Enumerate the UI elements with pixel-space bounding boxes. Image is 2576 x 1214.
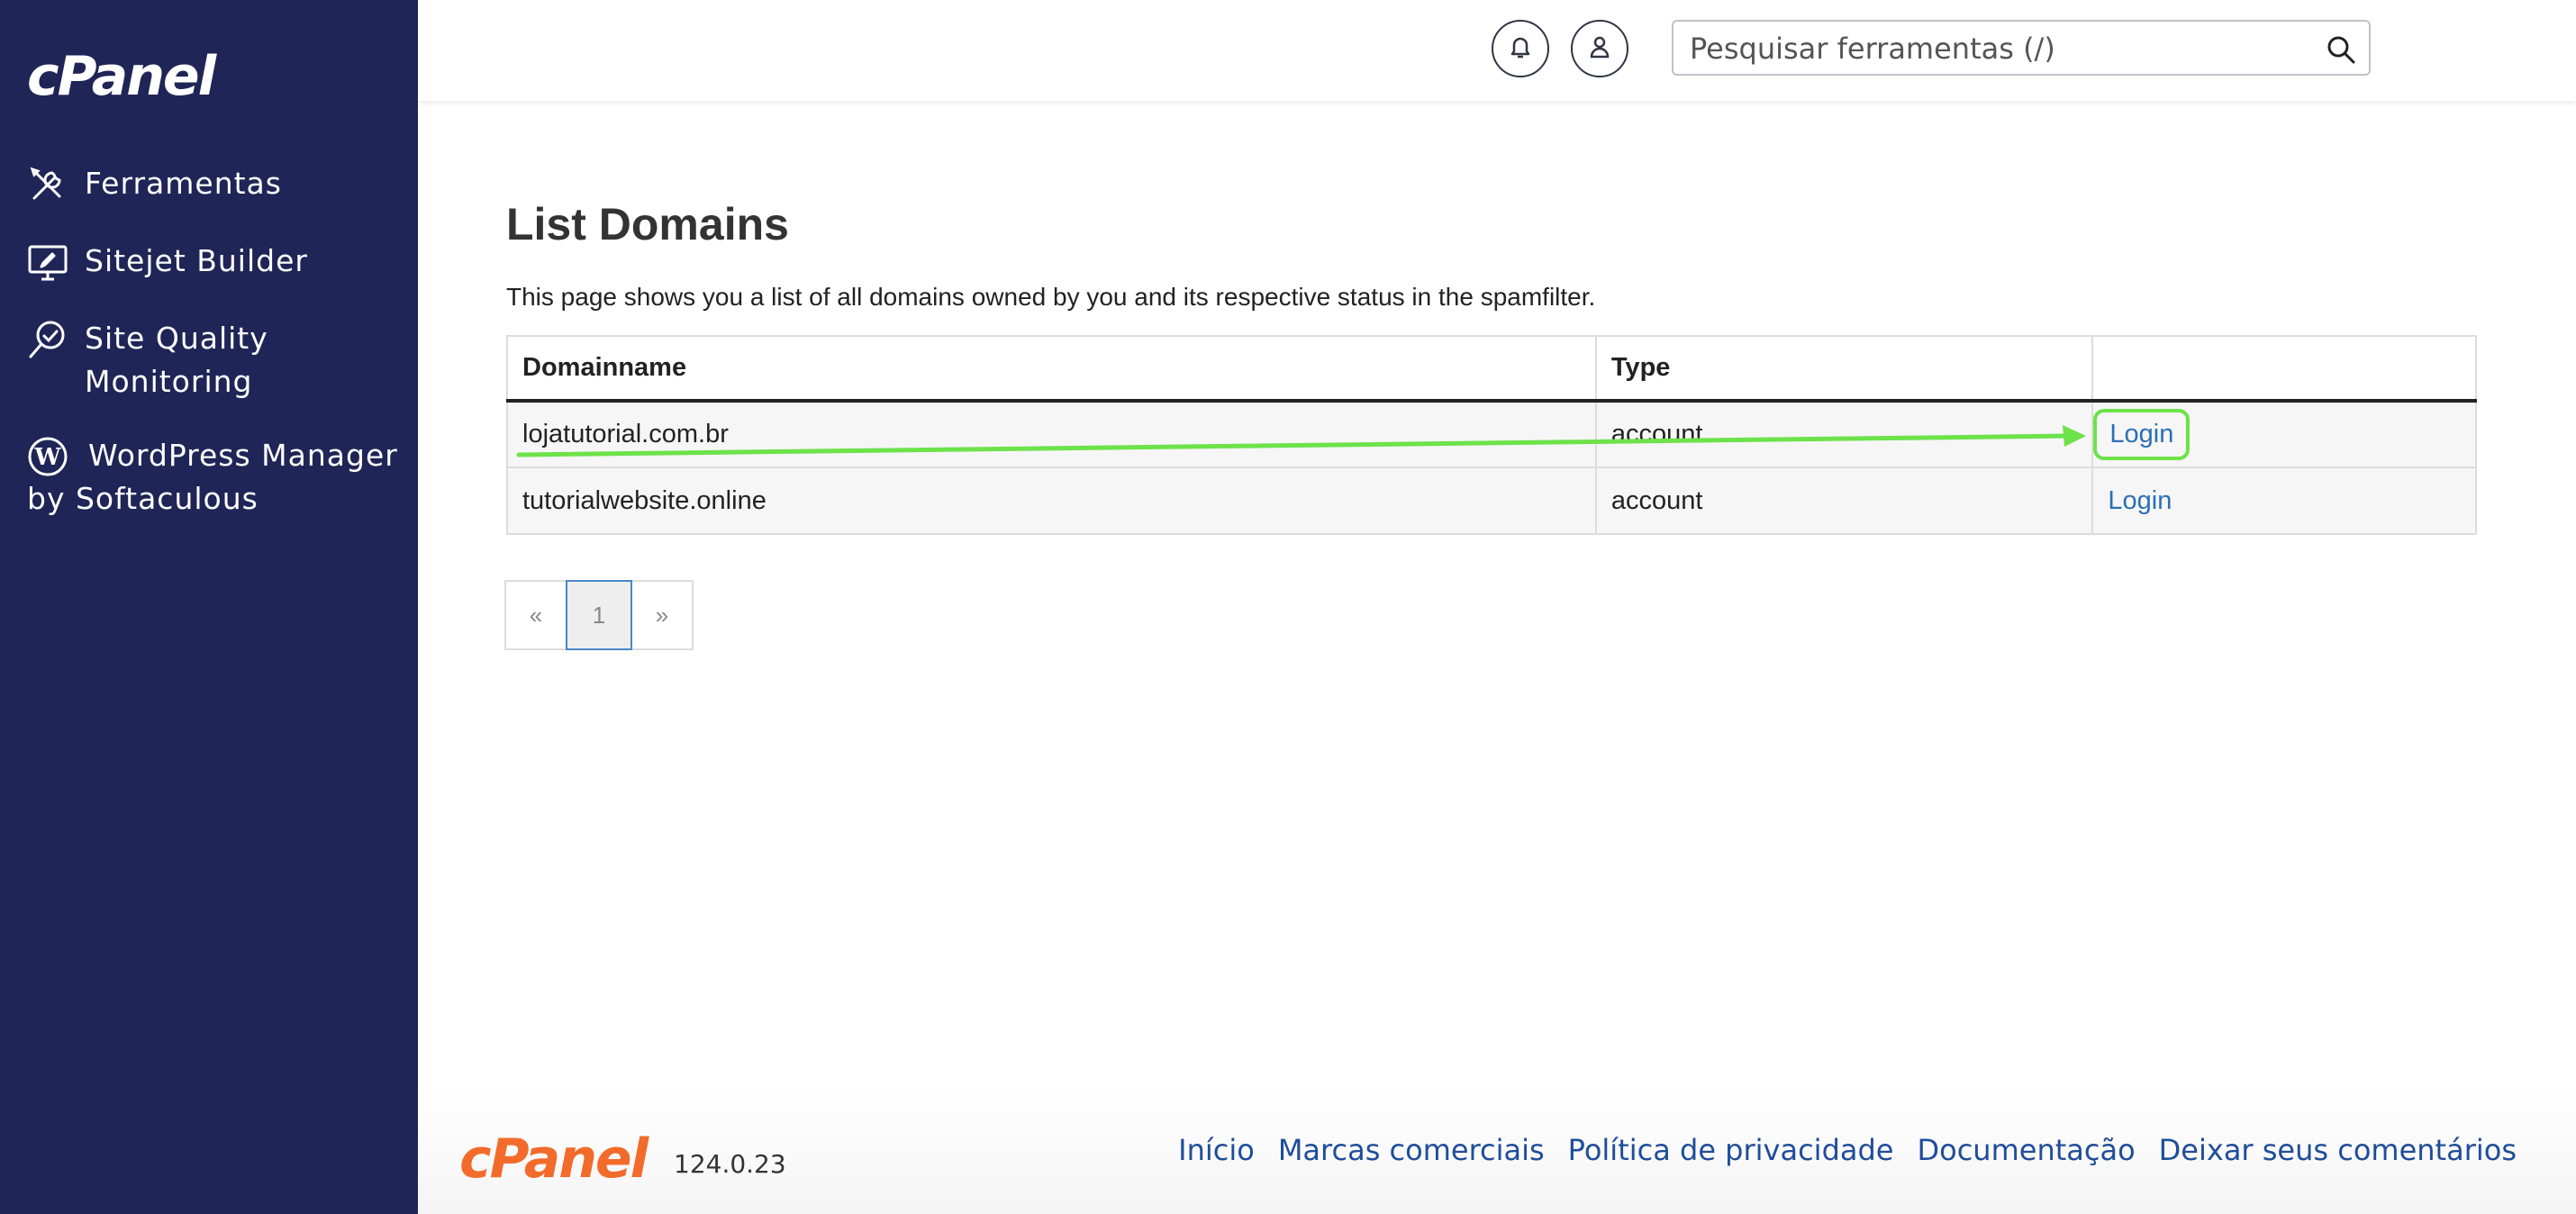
page-description: This page shows you a list of all domain… — [506, 283, 1596, 311]
pagination-prev-button[interactable]: « — [504, 580, 567, 650]
cpanel-logo[interactable]: cPanel — [27, 45, 216, 108]
column-header-actions — [2092, 336, 2477, 403]
highlight-box: Login — [2093, 409, 2191, 460]
footer-link-privacy[interactable]: Política de privacidade — [1568, 1133, 1894, 1167]
sidebar-item-label: Site Quality Monitoring — [85, 321, 268, 399]
magnifier-icon — [27, 319, 72, 364]
pagination: « 1 » — [504, 580, 694, 652]
pagination-page-button[interactable]: 1 — [566, 580, 632, 650]
action-cell: Login — [2092, 401, 2477, 468]
sidebar-nav: Ferramentas Sitejet Builder Site Quality… — [27, 162, 405, 551]
login-link[interactable]: Login — [2109, 420, 2173, 448]
version-label: 124.0.23 — [674, 1149, 786, 1179]
domains-table: Domainname Type lojatutorial.com.br acco… — [506, 335, 2477, 535]
tools-icon — [27, 164, 72, 209]
pagination-next-button[interactable]: » — [630, 580, 694, 650]
table-row: tutorialwebsite.online account Login — [507, 467, 2477, 535]
action-cell: Login — [2092, 467, 2477, 535]
sidebar-item-label: Sitejet Builder — [85, 243, 308, 278]
table-header-row: Domainname Type — [507, 336, 2477, 403]
sidebar-item-label: Ferramentas — [85, 166, 282, 201]
sidebar: cPanel Ferramentas Sitejet Builder Site … — [0, 0, 418, 1214]
footer-cpanel-logo[interactable]: cPanel — [459, 1128, 649, 1191]
wordpress-icon: W — [27, 436, 72, 481]
search-input[interactable] — [1688, 29, 2304, 68]
domain-cell: lojatutorial.com.br — [507, 401, 1597, 468]
sidebar-item-wordpress-manager[interactable]: W WordPress Manager by Softaculous — [27, 434, 405, 521]
sidebar-item-site-quality-monitoring[interactable]: Site Quality Monitoring — [27, 317, 405, 403]
top-header — [418, 0, 2576, 101]
page-title: List Domains — [506, 199, 789, 249]
footer-link-feedback[interactable]: Deixar seus comentários — [2159, 1133, 2517, 1167]
column-header-type[interactable]: Type — [1595, 336, 2094, 403]
footer-link-trademarks[interactable]: Marcas comerciais — [1278, 1133, 1545, 1167]
search-box[interactable] — [1672, 20, 2371, 76]
type-cell: account — [1595, 401, 2094, 468]
column-header-domainname[interactable]: Domainname — [507, 336, 1597, 403]
user-icon — [1586, 33, 1613, 64]
domain-cell: tutorialwebsite.online — [507, 467, 1597, 535]
sidebar-item-label: WordPress Manager by Softaculous — [27, 438, 398, 516]
footer-links: Início Marcas comerciais Política de pri… — [1178, 1133, 2517, 1167]
sidebar-item-sitejet-builder[interactable]: Sitejet Builder — [27, 240, 405, 286]
search-icon[interactable] — [2326, 34, 2356, 65]
notifications-button[interactable] — [1492, 20, 1549, 77]
footer-link-documentation[interactable]: Documentação — [1917, 1133, 2135, 1167]
table-row: lojatutorial.com.br account Login — [507, 401, 2477, 468]
login-link[interactable]: Login — [2108, 486, 2172, 515]
footer-link-inicio[interactable]: Início — [1178, 1133, 1255, 1167]
svg-text:W: W — [33, 444, 61, 471]
bell-icon — [1507, 33, 1534, 64]
sidebar-item-ferramentas[interactable]: Ferramentas — [27, 162, 405, 209]
type-cell: account — [1595, 467, 2094, 535]
monitor-icon — [27, 241, 72, 286]
user-menu-button[interactable] — [1571, 20, 1628, 77]
